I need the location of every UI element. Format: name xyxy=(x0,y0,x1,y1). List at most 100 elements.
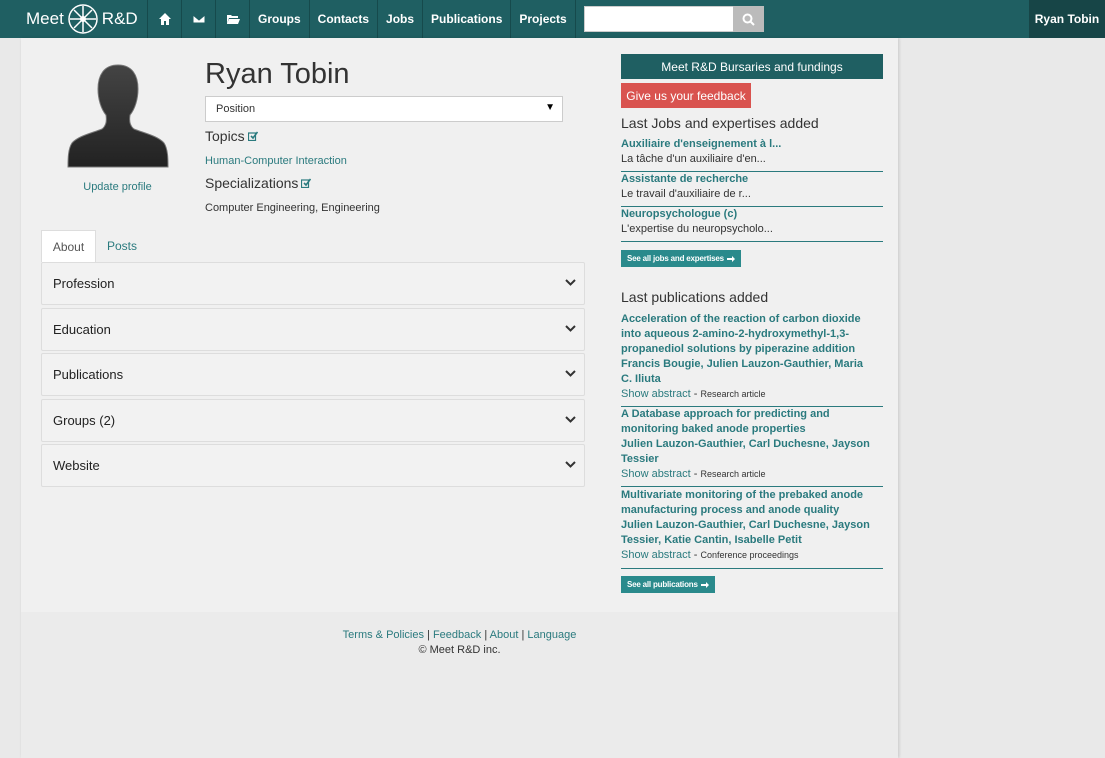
edit-icon[interactable] xyxy=(247,131,258,141)
publication-title[interactable]: Acceleration of the reaction of carbon d… xyxy=(621,312,883,357)
author-line: C. Iliuta xyxy=(621,373,661,385)
logo-wheel-icon xyxy=(68,4,98,34)
jobs-heading: Last Jobs and expertises added xyxy=(621,115,819,131)
arrow-right-icon xyxy=(700,581,709,588)
see-all-publications-label: See all publications xyxy=(627,580,698,589)
publication-item: Multivariate monitoring of the prebaked … xyxy=(621,488,883,569)
accordion-education[interactable]: Education xyxy=(41,308,585,351)
publications-heading: Last publications added xyxy=(621,289,769,305)
specializations-label: Specializations xyxy=(205,175,299,191)
profile-name: Ryan Tobin xyxy=(205,58,350,90)
job-item: Neuropsychologue (c) L'expertise du neur… xyxy=(621,207,883,242)
folder-open-icon xyxy=(226,15,240,24)
publication-title[interactable]: A Database approach for predicting and m… xyxy=(621,407,883,437)
nav-contacts[interactable]: Contacts xyxy=(310,0,379,38)
footer-link-language[interactable]: Language xyxy=(527,629,576,641)
publication-authors: Francis Bougie, Julien Lauzon-Gauthier, … xyxy=(621,357,883,387)
nav-jobs[interactable]: Jobs xyxy=(378,0,424,38)
footer-link-terms[interactable]: Terms & Policies xyxy=(343,629,424,641)
footer-link-feedback[interactable]: Feedback xyxy=(433,629,481,641)
job-item: Auxiliaire d'enseignement à l... La tâch… xyxy=(621,137,883,172)
feedback-button[interactable]: Give us your feedback xyxy=(621,83,751,108)
show-abstract-link[interactable]: Show abstract xyxy=(621,468,691,480)
nav-publications[interactable]: Publications xyxy=(423,0,512,38)
job-title[interactable]: Assistante de recherche xyxy=(621,172,883,187)
title-line: manufacturing process and anode quality xyxy=(621,504,840,516)
accordion-label: Publications xyxy=(53,367,124,382)
accordion-label: Website xyxy=(53,458,100,473)
title-line: into aqueous 2-amino-2-hydroxymethyl-1,3… xyxy=(621,328,849,340)
accordion-label: Education xyxy=(53,322,111,337)
site-logo[interactable]: Meet R&D xyxy=(0,0,148,38)
see-all-jobs-label: See all jobs and expertises xyxy=(627,254,724,263)
logo-text-left: Meet xyxy=(26,9,64,28)
edit-icon[interactable] xyxy=(301,178,312,188)
title-line: monitoring baked anode properties xyxy=(621,423,806,435)
nav-groups[interactable]: Groups xyxy=(250,0,310,38)
topics-heading: Topics xyxy=(205,128,258,144)
top-navbar: Meet R&D Groups Contacts Jobs Publicatio… xyxy=(0,0,1105,38)
footer-links: Terms & Policies | Feedback | About | La… xyxy=(342,629,577,641)
accordion-label: Profession xyxy=(53,276,115,291)
copyright: © Meet R&D inc. xyxy=(418,644,501,656)
see-all-jobs-button[interactable]: See all jobs and expertises xyxy=(621,250,741,267)
see-all-publications-button[interactable]: See all publications xyxy=(621,576,715,593)
position-select-value: Position xyxy=(216,103,256,115)
chevron-down-icon xyxy=(565,325,576,332)
envelope-icon xyxy=(192,14,205,24)
home-icon xyxy=(158,13,171,25)
accordion-publications[interactable]: Publications xyxy=(41,353,585,396)
accordion-profession[interactable]: Profession xyxy=(41,262,585,305)
accordion-groups[interactable]: Groups (2) xyxy=(41,399,585,442)
publication-type: Conference proceedings xyxy=(700,550,799,560)
job-item: Assistante de recherche Le travail d'aux… xyxy=(621,172,883,207)
job-desc: Le travail d'auxiliaire de r... xyxy=(621,188,751,200)
job-title[interactable]: Auxiliaire d'enseignement à l... xyxy=(621,137,883,152)
title-line: A Database approach for predicting and xyxy=(621,408,830,420)
chevron-down-icon xyxy=(565,461,576,468)
tab-posts[interactable]: Posts xyxy=(97,230,147,262)
publication-type: Research article xyxy=(700,469,766,479)
profile-tabs: About Posts xyxy=(41,230,585,262)
accordion-website[interactable]: Website xyxy=(41,444,585,487)
author-line: Julien Lauzon-Gauthier, Carl Duchesne, J… xyxy=(621,438,870,450)
publication-meta: Show abstract - Research article xyxy=(621,468,766,480)
search-button[interactable] xyxy=(732,6,764,32)
specializations-heading: Specializations xyxy=(205,175,312,191)
logo-text-right: R&D xyxy=(101,9,138,28)
tab-about[interactable]: About xyxy=(41,230,96,262)
author-line: Tessier, Katie Cantin, Isabelle Petit xyxy=(621,534,802,546)
topic-link[interactable]: Human-Computer Interaction xyxy=(205,155,347,167)
accordion-label: Groups (2) xyxy=(53,413,116,428)
position-select[interactable]: Position ▼ xyxy=(205,96,563,122)
job-desc: La tâche d'un auxiliaire d'en... xyxy=(621,153,766,165)
user-menu[interactable]: Ryan Tobin xyxy=(1029,0,1105,38)
title-line: Acceleration of the reaction of carbon d… xyxy=(621,313,861,325)
search-input[interactable] xyxy=(583,6,733,32)
publication-meta: Show abstract - Conference proceedings xyxy=(621,549,799,561)
specializations-text: Computer Engineering, Engineering xyxy=(205,202,380,214)
avatar xyxy=(67,64,169,168)
publication-title[interactable]: Multivariate monitoring of the prebaked … xyxy=(621,488,883,518)
nav-projects[interactable]: Projects xyxy=(511,0,576,38)
nav-files[interactable] xyxy=(216,0,250,38)
author-line: Julien Lauzon-Gauthier, Carl Duchesne, J… xyxy=(621,519,870,531)
main-panel: Update profile Ryan Tobin Position ▼ Top… xyxy=(21,38,898,758)
show-abstract-link[interactable]: Show abstract xyxy=(621,549,691,561)
nav-messages[interactable] xyxy=(182,0,216,38)
chevron-down-icon xyxy=(565,416,576,423)
topics-label: Topics xyxy=(205,128,245,144)
publication-item: Acceleration of the reaction of carbon d… xyxy=(621,312,883,407)
bursaries-button[interactable]: Meet R&D Bursaries and fundings xyxy=(621,54,883,79)
chevron-down-icon xyxy=(565,370,576,377)
arrow-right-icon xyxy=(726,255,735,262)
title-line: Multivariate monitoring of the prebaked … xyxy=(621,489,864,501)
nav-home[interactable] xyxy=(148,0,182,38)
title-line: propanediol solutions by piperazine addi… xyxy=(621,343,856,355)
publication-item: A Database approach for predicting and m… xyxy=(621,407,883,487)
footer-link-about[interactable]: About xyxy=(490,629,519,641)
publication-meta: Show abstract - Research article xyxy=(621,388,766,400)
job-title[interactable]: Neuropsychologue (c) xyxy=(621,207,883,222)
show-abstract-link[interactable]: Show abstract xyxy=(621,388,691,400)
update-profile-link[interactable]: Update profile xyxy=(21,181,214,193)
